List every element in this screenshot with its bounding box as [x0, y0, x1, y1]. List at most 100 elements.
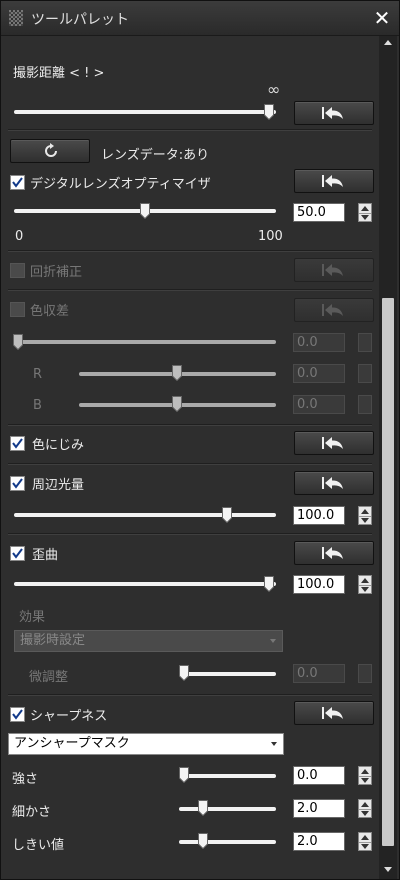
chromatic-r-label: R	[33, 367, 43, 382]
threshold-label: しきい値	[12, 838, 65, 853]
reset-icon	[322, 437, 343, 449]
check-icon	[12, 177, 23, 188]
distortion-value-input[interactable]: 100.0	[293, 575, 345, 594]
reset-icon	[322, 707, 343, 719]
color-blur-label: 色にじみ	[32, 438, 85, 453]
chevron-down-icon	[271, 742, 277, 746]
check-icon	[12, 548, 23, 559]
divider	[8, 424, 372, 426]
dlo-spinner[interactable]	[358, 203, 372, 222]
fine-adjust-thumb[interactable]	[179, 665, 189, 681]
scroll-up-icon[interactable]	[380, 36, 396, 50]
peripheral-slider[interactable]	[14, 513, 276, 517]
sharpness-reset-button[interactable]	[294, 701, 374, 725]
fineness-spinner[interactable]	[358, 799, 372, 818]
check-icon	[12, 438, 23, 449]
sharpness-mode-select[interactable]: アンシャープマスク	[8, 733, 284, 755]
dlo-value-input[interactable]: 50.0	[293, 203, 345, 222]
shooting-distance-label: 撮影距離 < ! >	[13, 66, 105, 81]
color-blur-reset-button[interactable]	[294, 431, 374, 455]
fine-adjust-slider[interactable]	[179, 672, 276, 676]
divider	[8, 129, 372, 131]
chromatic-thumb[interactable]	[13, 334, 23, 350]
distortion-checkbox[interactable]	[10, 546, 25, 561]
effect-select[interactable]: 撮影時設定	[14, 630, 283, 652]
lens-data-label: レンズデータ:あり	[101, 148, 210, 163]
chevron-down-icon	[270, 639, 276, 643]
fine-adjust-spinner[interactable]	[358, 664, 372, 683]
chromatic-r-value-input[interactable]: 0.0	[293, 364, 345, 383]
color-blur-checkbox[interactable]	[10, 436, 25, 451]
distortion-reset-button[interactable]	[294, 541, 374, 565]
distortion-slider[interactable]	[14, 582, 276, 586]
reset-icon	[322, 477, 343, 489]
window-title: ツールパレット	[31, 12, 129, 28]
strength-slider[interactable]	[179, 774, 276, 778]
fineness-thumb[interactable]	[198, 800, 208, 816]
scroll-down-icon[interactable]	[380, 862, 396, 876]
chromatic-reset-button[interactable]	[294, 298, 374, 322]
grip-icon[interactable]	[9, 10, 23, 26]
chromatic-b-spinner[interactable]	[358, 395, 372, 414]
strength-spinner[interactable]	[358, 766, 372, 785]
divider	[8, 533, 372, 535]
distortion-spinner[interactable]	[358, 575, 372, 594]
refresh-icon	[45, 143, 57, 157]
lens-data-refresh-button[interactable]	[10, 139, 90, 163]
threshold-value-input[interactable]: 2.0	[293, 832, 345, 851]
diffraction-label: 回折補正	[30, 265, 83, 280]
peripheral-thumb[interactable]	[222, 507, 232, 523]
chromatic-b-value-input[interactable]: 0.0	[293, 395, 345, 414]
dlo-reset-button[interactable]	[294, 169, 374, 193]
check-icon	[12, 709, 23, 720]
divider	[8, 250, 372, 252]
chromatic-b-thumb[interactable]	[172, 396, 182, 412]
distortion-label: 歪曲	[32, 548, 59, 563]
diffraction-reset-button[interactable]	[294, 258, 374, 282]
diffraction-checkbox[interactable]	[10, 263, 25, 278]
close-button[interactable]: ✕	[372, 8, 392, 29]
vertical-scrollbar[interactable]	[379, 36, 397, 879]
chromatic-b-label: B	[33, 398, 42, 413]
dlo-thumb[interactable]	[140, 203, 150, 219]
sharpness-label: シャープネス	[30, 709, 108, 724]
shooting-distance-reset-button[interactable]	[294, 101, 374, 125]
chromatic-spinner[interactable]	[358, 333, 372, 352]
shooting-distance-slider[interactable]	[14, 110, 276, 114]
fineness-slider[interactable]	[179, 807, 276, 811]
threshold-thumb[interactable]	[198, 833, 208, 849]
chromatic-r-spinner[interactable]	[358, 364, 372, 383]
chromatic-value-input[interactable]: 0.0	[293, 333, 345, 352]
dlo-max-label: 100	[258, 229, 283, 244]
divider	[8, 463, 372, 465]
sharpness-checkbox[interactable]	[10, 707, 25, 722]
effect-label: 効果	[19, 610, 46, 625]
check-icon	[12, 478, 23, 489]
strength-value-input[interactable]: 0.0	[293, 766, 345, 785]
strength-label: 強さ	[12, 772, 39, 787]
palette-content: 撮影距離 < ! > ∞ レンズデータ:あり デジタルレンズオプティマイザ 50…	[1, 36, 377, 879]
chromatic-checkbox[interactable]	[10, 302, 25, 317]
peripheral-reset-button[interactable]	[294, 471, 374, 495]
dlo-checkbox[interactable]	[10, 175, 25, 190]
fineness-value-input[interactable]: 2.0	[293, 799, 345, 818]
chromatic-slider[interactable]	[14, 340, 276, 344]
fineness-label: 細かさ	[12, 805, 52, 820]
peripheral-spinner[interactable]	[358, 506, 372, 525]
reset-icon	[322, 175, 343, 187]
title-bar[interactable]: ツールパレット ✕	[1, 1, 399, 36]
peripheral-value-input[interactable]: 100.0	[293, 506, 345, 525]
infinity-icon: ∞	[267, 80, 281, 99]
strength-thumb[interactable]	[179, 767, 189, 783]
threshold-spinner[interactable]	[358, 832, 372, 851]
distortion-thumb[interactable]	[264, 576, 274, 592]
scroll-thumb[interactable]	[382, 298, 394, 846]
fine-adjust-value-input[interactable]: 0.0	[293, 664, 345, 683]
shooting-distance-thumb[interactable]	[264, 104, 274, 120]
chromatic-r-thumb[interactable]	[172, 365, 182, 381]
reset-icon	[322, 264, 343, 276]
peripheral-checkbox[interactable]	[10, 476, 25, 491]
threshold-slider[interactable]	[179, 840, 276, 844]
dlo-min-label: 0	[15, 229, 24, 244]
effect-select-value: 撮影時設定	[20, 633, 86, 648]
